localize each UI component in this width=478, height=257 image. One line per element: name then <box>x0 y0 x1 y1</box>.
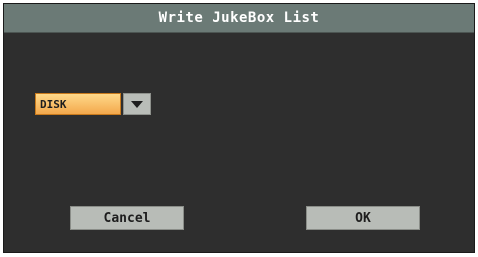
dialog-titlebar: Write JukeBox List <box>4 4 474 33</box>
ok-button[interactable]: OK <box>306 206 420 230</box>
cancel-button[interactable]: Cancel <box>70 206 184 230</box>
destination-select[interactable]: DISK <box>35 93 151 115</box>
dialog-title: Write JukeBox List <box>158 10 320 26</box>
chevron-down-icon <box>131 100 143 108</box>
destination-dropdown-button[interactable] <box>123 93 151 115</box>
write-jukebox-list-dialog: Write JukeBox List DISK Cancel OK <box>3 3 475 253</box>
destination-select-value[interactable]: DISK <box>35 93 121 115</box>
